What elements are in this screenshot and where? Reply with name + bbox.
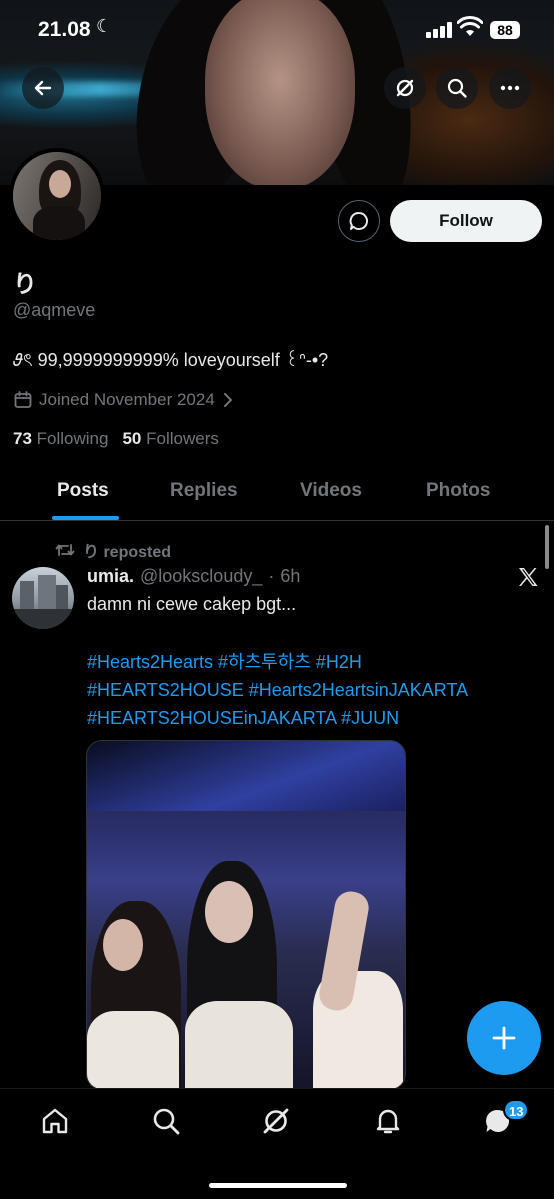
hashtags-line[interactable]: #Hearts2Hearts #하츠투하츠 #H2H: [87, 648, 547, 676]
search-button[interactable]: [436, 67, 478, 109]
tab-videos[interactable]: Videos: [300, 480, 362, 502]
search-icon[interactable]: [150, 1105, 182, 1137]
cellular-signal-icon: [426, 22, 452, 38]
status-bar: 21.08 ☾ 88: [0, 14, 554, 48]
status-time: 21.08: [38, 18, 91, 41]
wifi-icon: [457, 16, 483, 36]
follow-counts: 73 Following 50 Followers: [13, 429, 219, 449]
home-icon[interactable]: [39, 1105, 71, 1137]
post-author-name[interactable]: umia.: [87, 566, 134, 587]
hashtags-line[interactable]: #HEARTS2HOUSE #Hearts2HeartsinJAKARTA: [87, 676, 547, 704]
repost-icon: [55, 544, 75, 556]
profile-tabs: Posts Replies Videos Photos: [0, 466, 554, 521]
profile-avatar[interactable]: [9, 148, 105, 244]
calendar-icon: [14, 391, 32, 408]
post-author-handle[interactable]: @lookscloudy_: [140, 566, 262, 587]
tab-photos[interactable]: Photos: [426, 480, 490, 502]
back-arrow-icon: [34, 80, 52, 96]
joined-label: Joined November 2024: [39, 390, 215, 409]
post-text: damn ni cewe cakep bgt...: [87, 594, 297, 614]
display-name: り: [13, 271, 37, 298]
more-dots-icon: [500, 85, 520, 91]
grok-icon[interactable]: [260, 1105, 292, 1137]
message-bubble-icon: [349, 212, 368, 230]
message-button[interactable]: [338, 200, 380, 242]
grok-button[interactable]: [384, 67, 426, 109]
followers-link[interactable]: 50 Followers: [122, 429, 218, 449]
plus-icon: [492, 1026, 516, 1050]
following-link[interactable]: 73 Following: [13, 429, 108, 449]
chevron-right-icon: [223, 393, 233, 407]
followers-label: Followers: [146, 429, 219, 448]
post-author-avatar[interactable]: [12, 567, 74, 629]
home-indicator[interactable]: [209, 1183, 347, 1188]
post-separator: ·: [268, 566, 275, 586]
follow-button[interactable]: Follow: [390, 200, 542, 242]
back-button[interactable]: [22, 67, 64, 109]
repost-indicator[interactable]: り reposted: [55, 538, 171, 562]
active-tab-indicator: [52, 516, 119, 520]
profile-handle: @aqmeve: [13, 300, 96, 320]
followers-count: 50: [122, 429, 142, 448]
more-options-button[interactable]: [489, 67, 531, 109]
tab-replies[interactable]: Replies: [170, 480, 238, 502]
grok-icon: [396, 79, 414, 97]
following-count: 73: [13, 429, 32, 448]
repost-label: り reposted: [83, 544, 172, 561]
notifications-bell-icon[interactable]: [372, 1105, 404, 1137]
x-logo-icon: [519, 568, 538, 586]
following-label: Following: [36, 429, 109, 448]
post-hashtags: #Hearts2Hearts #하츠투하츠 #H2H #HEARTS2HOUSE…: [87, 648, 547, 732]
post-media-image[interactable]: [86, 740, 406, 1090]
joined-date[interactable]: Joined November 2024: [13, 390, 235, 410]
tab-posts[interactable]: Posts: [57, 480, 109, 502]
hashtags-line[interactable]: #HEARTS2HOUSEinJAKARTA #JUUN: [87, 704, 547, 732]
avatar-image: [13, 152, 101, 240]
moon-icon: ☾: [96, 16, 113, 36]
scrollbar[interactable]: [545, 525, 549, 569]
messages-badge: 13: [503, 1099, 530, 1121]
battery-indicator: 88: [490, 21, 520, 39]
post-header: umia. @lookscloudy_ · 6h: [87, 566, 300, 587]
search-icon: [447, 78, 467, 98]
compose-post-button[interactable]: [467, 1001, 541, 1075]
post-time: 6h: [280, 566, 301, 586]
profile-bio: 𝜗ৎ 99,9999999999% loveyourself ꒰ᐢ-•?: [13, 350, 329, 370]
